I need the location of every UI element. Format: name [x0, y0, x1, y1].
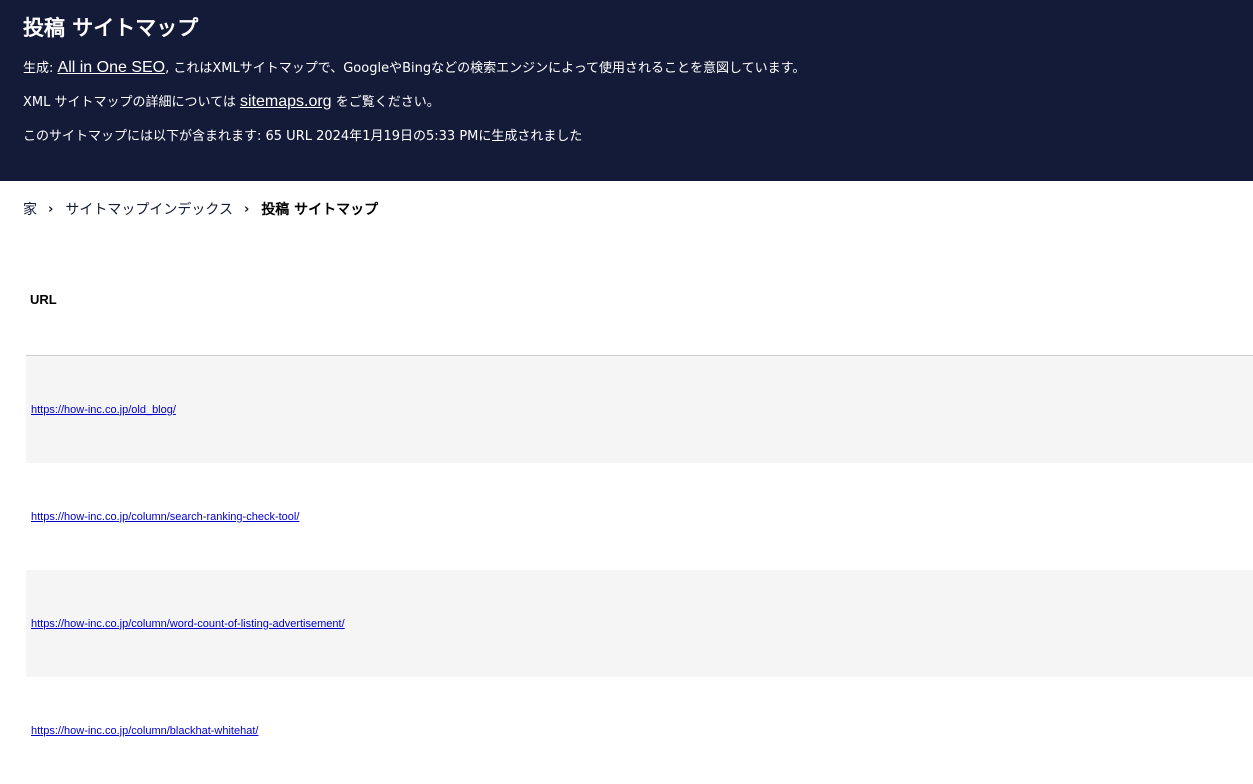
url-count-line: このサイトマップには以下が含まれます: 65 URL 2024年1月19日の5:… [23, 129, 583, 144]
table-cell: https://how-inc.co.jp/column/word-count-… [26, 570, 1253, 677]
chevron-right-icon: › [48, 202, 54, 217]
table-header-row: URL [26, 243, 1253, 356]
page-header: 投稿 サイトマップ 生成: All in One SEO, これはXMLサイトマ… [0, 0, 1253, 181]
table-row: https://how-inc.co.jp/old_blog/ [26, 355, 1253, 463]
generator-line: 生成: All in One SEO, これはXMLサイトマップで、Google… [23, 59, 806, 76]
info-line: XML サイトマップの詳細については sitemaps.org をご覧ください。 [23, 93, 440, 110]
table-row: https://how-inc.co.jp/column/word-count-… [26, 570, 1253, 677]
url-column-header: URL [26, 243, 1253, 356]
table-cell: https://how-inc.co.jp/old_blog/ [26, 355, 1253, 463]
sitemaps-org-link[interactable]: sitemaps.org [240, 93, 332, 110]
breadcrumb: 家 › サイトマップインデックス › 投稿 サイトマップ [23, 200, 378, 220]
url-table-container: URL https://how-inc.co.jp/old_blog/ http… [26, 243, 1253, 784]
url-table: URL https://how-inc.co.jp/old_blog/ http… [26, 243, 1253, 784]
url-link[interactable]: https://how-inc.co.jp/column/word-count-… [31, 618, 345, 630]
url-link[interactable]: https://how-inc.co.jp/column/search-rank… [31, 511, 299, 523]
url-link[interactable]: https://how-inc.co.jp/old_blog/ [31, 404, 176, 416]
breadcrumb-current: 投稿 サイトマップ [261, 202, 379, 218]
table-row: https://how-inc.co.jp/column/search-rank… [26, 463, 1253, 570]
breadcrumb-home-link[interactable]: 家 [23, 200, 37, 220]
url-link[interactable]: https://how-inc.co.jp/column/blackhat-wh… [31, 725, 258, 737]
all-in-one-seo-link[interactable]: All in One SEO [58, 59, 166, 76]
page-title: 投稿 サイトマップ [23, 16, 199, 40]
chevron-right-icon: › [243, 202, 250, 217]
table-cell: https://how-inc.co.jp/column/search-rank… [26, 463, 1253, 570]
breadcrumb-sitemap-index-link[interactable]: サイトマップインデックス [65, 200, 233, 220]
